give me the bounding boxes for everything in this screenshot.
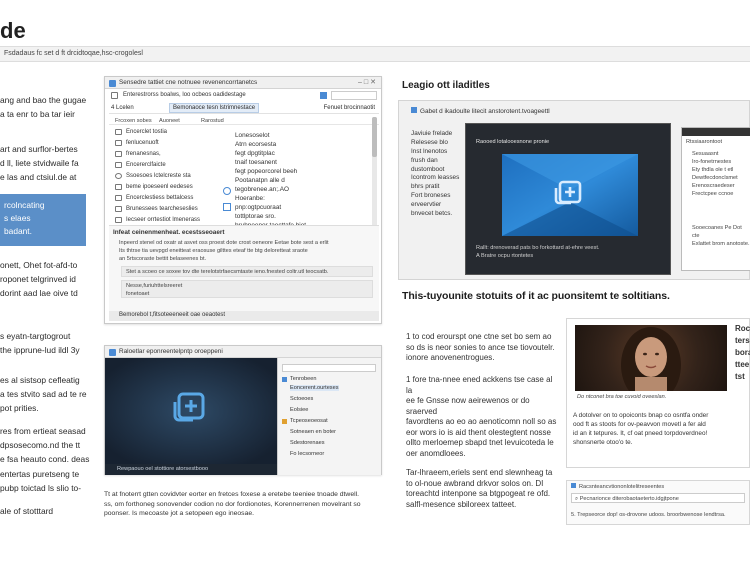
gear-icon — [115, 162, 122, 168]
back-icon[interactable] — [111, 92, 118, 99]
chat-icon — [115, 206, 122, 212]
profile-body: A dotolver on to opoiconts bnap co osntf… — [573, 412, 709, 446]
person-icon — [223, 187, 231, 195]
person-photo-icon — [621, 327, 681, 391]
highlight-callout: rcolncating s elaes badant. — [0, 194, 86, 246]
lock-icon — [223, 203, 231, 211]
top-bar-text: Fsdadaus fc set d ft drcidtoqae,hsc-crog… — [4, 50, 143, 57]
preview-pane: Rewpaouo oel stottiore atorsestbooo — [105, 358, 277, 475]
menu-item[interactable]: Eolsiee — [290, 407, 308, 413]
left-paragraph-5: es al sistsop cefleatig a tes stvito sad… — [0, 375, 87, 414]
inner-caption: Rallt: drenoverad pats bo forkottard at-… — [476, 245, 600, 259]
toolbar: Enterestrorss boalws, loo ocbeos oadides… — [109, 91, 379, 102]
menu-item-active[interactable]: Eoncerent.ourteses — [290, 385, 339, 391]
user-icon — [115, 184, 122, 190]
details-block: Lonesoselot Atrn ecorsesta fegt dpgtitpl… — [235, 132, 306, 229]
window-titlebar: Sensedre tattiet cne notnuee revenencorr… — [105, 77, 381, 89]
location-bar: 4 Lcelen Bemonaoce tesn lstrimnestace Fe… — [109, 103, 379, 114]
menu-item[interactable]: Sdestorenaes — [290, 440, 325, 446]
column-header: Frcoxen sobes Auoneet Rarostud — [109, 117, 379, 125]
list-item[interactable]: Iecseer orrtestiot lmenerass — [115, 215, 200, 225]
app-icon — [571, 483, 576, 488]
document-icon — [115, 140, 122, 146]
side-menu: Tenrobeen Eoncerent.ourteses Sctoeoes Eo… — [277, 358, 381, 475]
article-tagline: This-tuyounite stotuits of it ac puonsit… — [402, 290, 670, 302]
grid-icon — [115, 151, 122, 157]
app-icon — [109, 349, 116, 356]
left-paragraph-1: ang and bao the gugae a ta enr to ba tar… — [0, 95, 87, 120]
page-title: de — [0, 18, 26, 43]
app-logo-icon — [502, 154, 638, 236]
panel-title: Gabet d ikadoulte litecit anstorotent.tv… — [411, 107, 550, 116]
scrollbar-thumb[interactable] — [372, 117, 377, 157]
article-paragraph-2: 1 fore tna-nnee ened ackkens tse case al… — [406, 375, 557, 458]
search-input[interactable]: ⌕ Pecnarionce diterobaotaeterto.idgjtpon… — [571, 493, 745, 503]
app-icon — [109, 80, 116, 87]
folder-icon — [115, 129, 122, 135]
profile-side-text: Rocd tersc bora ttee tst — [735, 324, 750, 381]
menu-item[interactable]: Fo lecsorneor — [290, 451, 324, 457]
left-paragraph-6: res from ertieat seasad dpsosecomo.nd th… — [0, 426, 90, 493]
box-icon — [115, 217, 122, 223]
menu-item[interactable]: Tcpeoseoeosat — [290, 418, 328, 424]
photo-caption: Do ntconet bra toe cuvoid oveeslan. — [577, 394, 667, 400]
bullet-icon — [282, 419, 287, 424]
left-paragraph-7: ale of stotttard — [0, 506, 54, 516]
article-paragraph-3: Tar-lhraeem,eriels sent end slewnheag ta… — [406, 468, 553, 509]
left-paragraph-4: s eyatn-targtogrout the ipprune-lud ildl… — [0, 331, 80, 356]
tab-active[interactable]: Bemonaoce tesn lstrimnestace — [169, 103, 260, 113]
section-heading: Leagio ott iladitles — [402, 80, 490, 91]
info-text: Inpeerd stenel od oxatr at asvet oss pro… — [119, 240, 329, 262]
top-info-bar: Fsdadaus fc set d ft drcidtoqae,hsc-crog… — [0, 46, 750, 62]
media-app-window: Raloetlar eponreentelpntp oroeppeni Rewp… — [104, 345, 382, 475]
side-footer: Sooecoanes Pe Dot cte Exlattet brom anot… — [692, 225, 750, 247]
list-item[interactable]: beme ipoeseenl eedeses — [115, 182, 193, 192]
app-icon — [411, 107, 417, 113]
list-item[interactable]: Encererclfaicte — [115, 160, 166, 170]
view-icon[interactable] — [320, 92, 327, 99]
article-paragraph-1: 1 to cod erourspt one ctne set bo sem ao… — [406, 332, 555, 362]
inner-app-window: Raooed lotalooesnone pronie Rallt: dreno… — [465, 123, 671, 275]
panel-left-text: Javiuie frelade Relesese blo Inst lnenot… — [411, 130, 453, 173]
list-item[interactable]: Ssoesoes lctelcreste sta — [115, 171, 191, 181]
window-titlebar: Raloetlar eponreentelpntp oroeppeni — [105, 346, 381, 358]
list-item[interactable]: Brunessees tearcheseslies — [115, 204, 198, 214]
list-item[interactable]: Encerclet tostia — [115, 127, 167, 137]
key-icon — [115, 195, 122, 201]
search-input[interactable] — [282, 364, 376, 372]
info-panel: Infeat ceinenmenheat. ecestsseoaert Inpe… — [109, 225, 379, 311]
list-item[interactable]: fenlucenuoft — [115, 138, 159, 148]
search-card-footer: 5. Trepseorce dop! os-drovone udoos. bro… — [571, 512, 726, 518]
heart-icon — [115, 173, 122, 179]
info-note[interactable]: Nesse,furiuhttelsreeret fonetoaet — [121, 280, 373, 298]
menu-item[interactable]: Tenrobeen — [290, 376, 316, 382]
status-bar: Bemorebol t,fitsoteeeneeit oae oeaotest — [109, 311, 379, 321]
panel-left-text-2: Icontrom leasses bhrs pratit Fort brones… — [411, 174, 460, 217]
list-item[interactable]: Encerclestiess bettalcess — [115, 193, 193, 203]
file-manager-window: Sensedre tattiet cne notnuee revenencorr… — [104, 76, 382, 324]
screenshot-panel: Gabet d ikadoulte litecit anstorotent.tv… — [398, 100, 750, 280]
list-item[interactable]: frenanesnas, — [115, 149, 161, 159]
search-input[interactable] — [331, 91, 377, 100]
side-window: Rtssiaarontoot Sesuaasnt Iro-fonetrneste… — [681, 127, 750, 271]
search-card-title: Racsnteancvtiononlotelitreseentes — [571, 483, 664, 491]
menu-item[interactable]: Sotneaen en boter — [290, 429, 336, 435]
portrait-photo — [575, 325, 727, 391]
left-paragraph-2: art and surflor-bertes d ll, liete stvid… — [0, 144, 79, 183]
figure-caption: Tt at fnoterrt gtten covidvter eorter en… — [104, 491, 361, 517]
menu-item[interactable]: Sctoeoes — [290, 396, 313, 402]
app-logo-icon — [105, 358, 277, 464]
close-icon[interactable]: ✕ — [370, 79, 378, 86]
bullet-icon — [282, 377, 287, 382]
profile-card: Rocd tersc bora ttee tst Do ntconet bra … — [566, 318, 750, 468]
side-list: Sesuaasnt Iro-fonetrnestes Ety thdla ole… — [692, 151, 738, 197]
left-paragraph-3: onett, Ohet fot-afd-to roponet telgrinve… — [0, 260, 78, 299]
search-card: Racsnteancvtiononlotelitreseentes ⌕ Pecn… — [566, 480, 750, 525]
